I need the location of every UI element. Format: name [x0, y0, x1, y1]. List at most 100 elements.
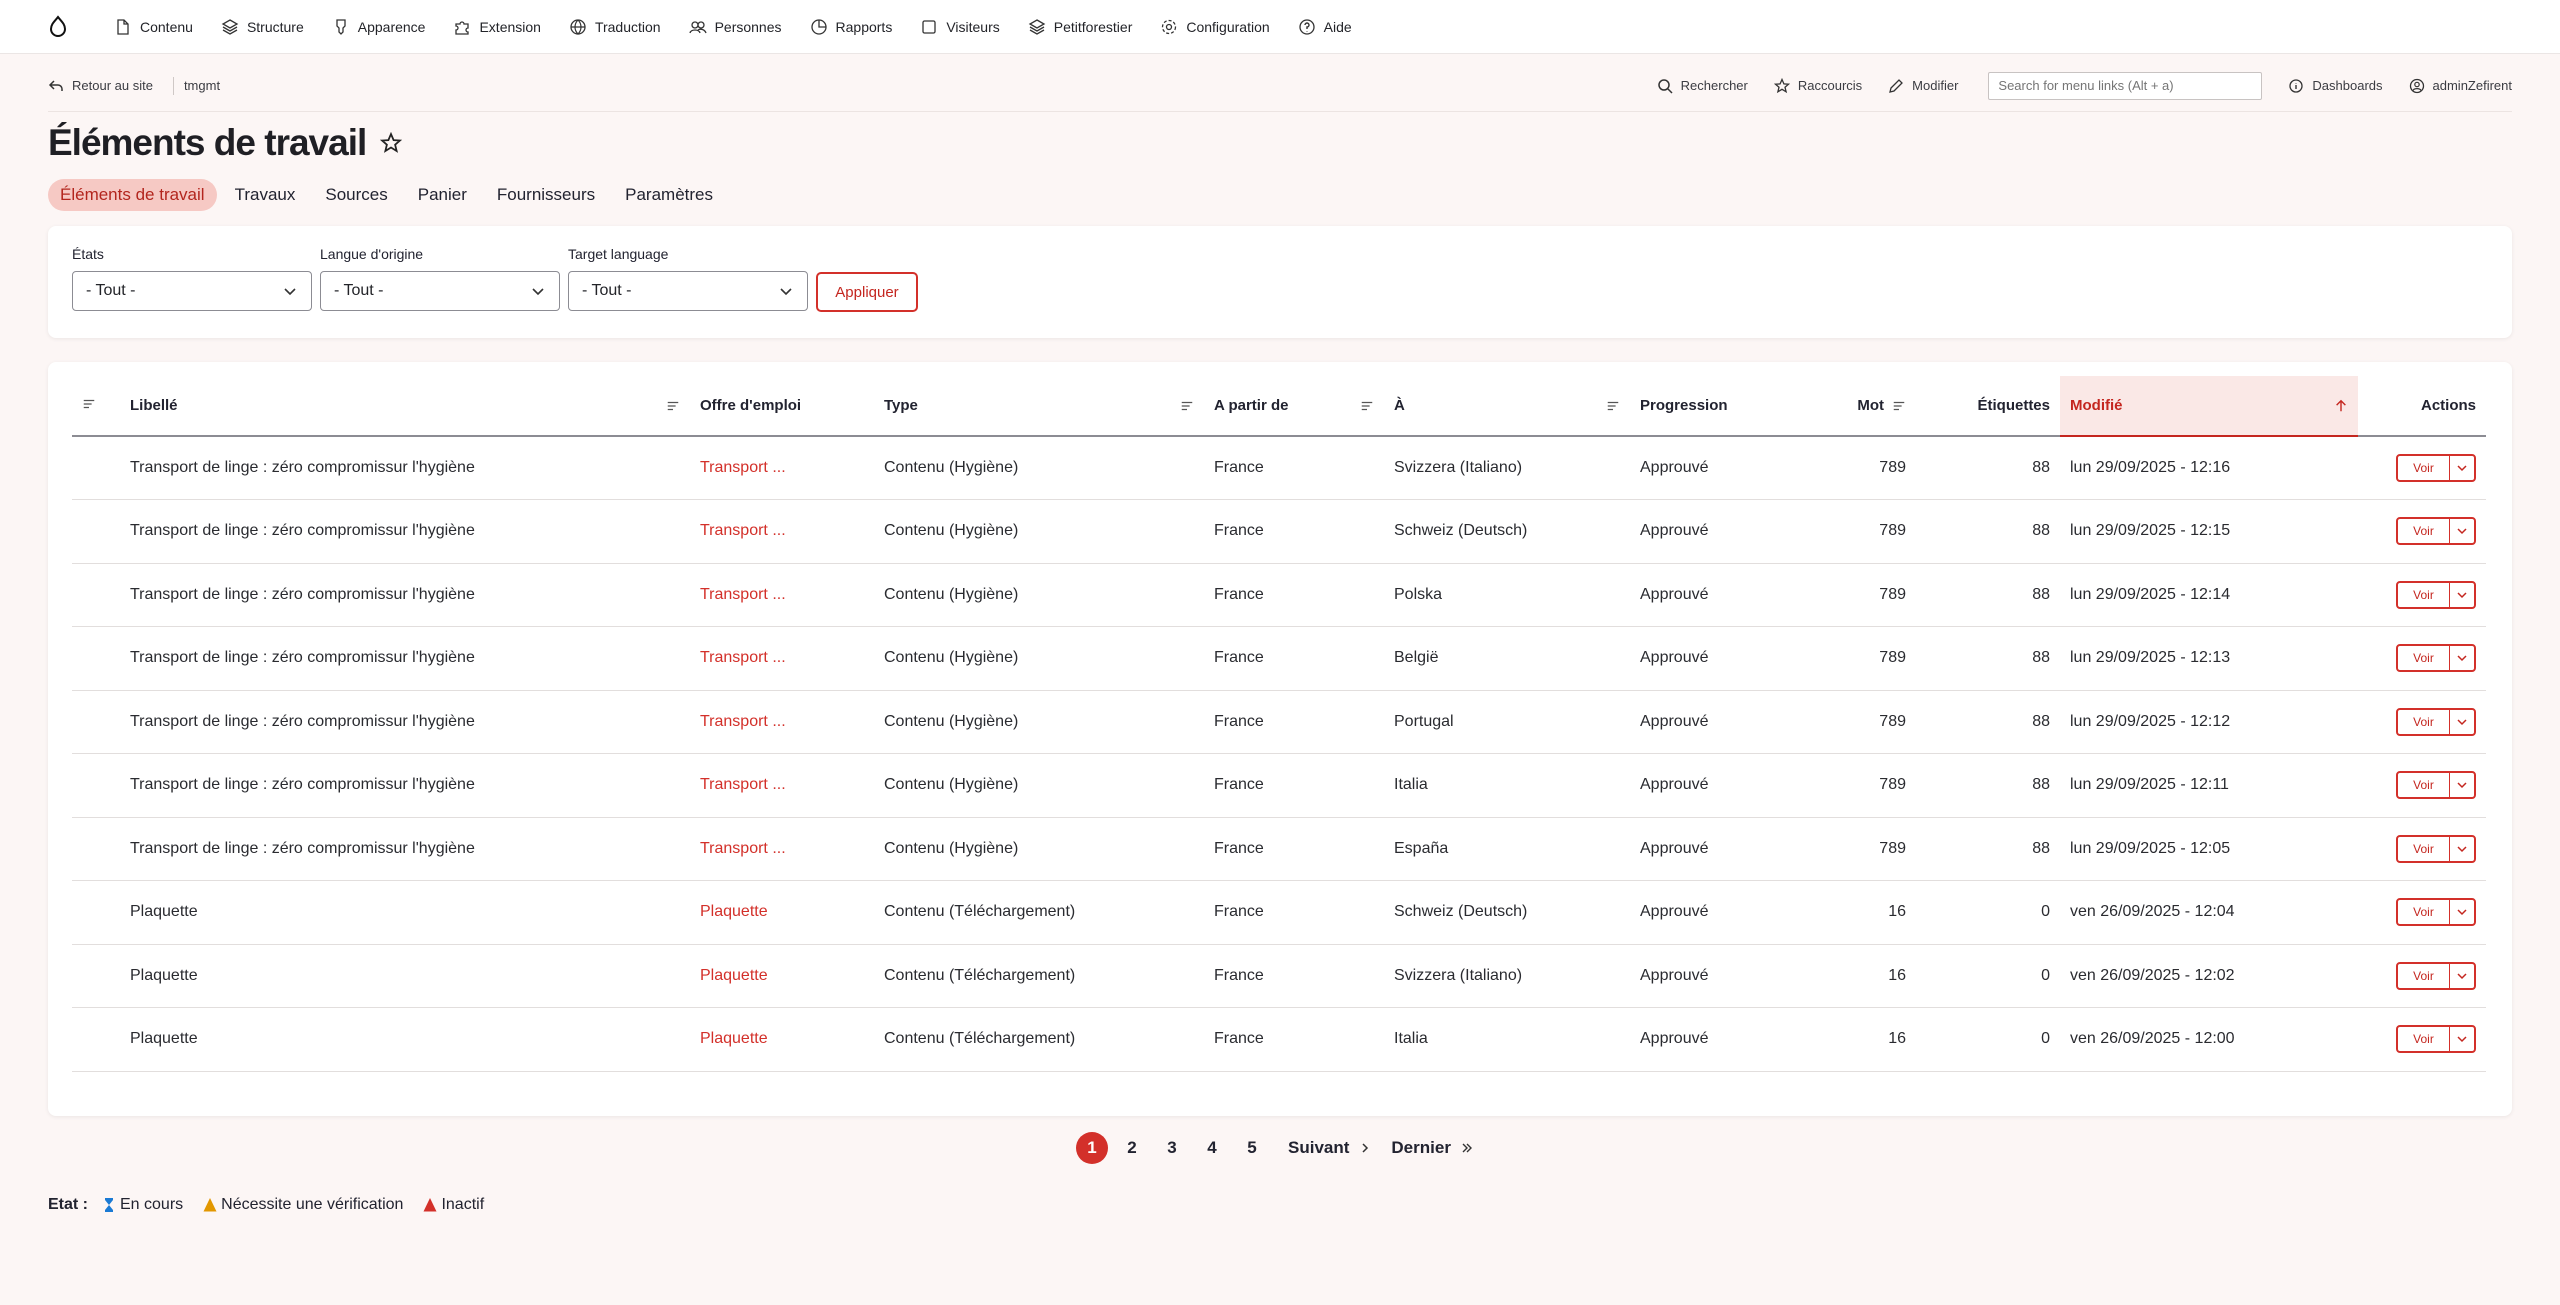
toolbar-item-structure[interactable]: Structure — [207, 0, 318, 54]
apply-button[interactable]: Appliquer — [816, 272, 918, 312]
from-column-header[interactable]: A partir de — [1204, 376, 1384, 437]
view-button[interactable]: Voir — [2398, 1027, 2450, 1052]
type-cell: Contenu (Hygiène) — [874, 436, 1204, 500]
edit-button[interactable]: Modifier — [1888, 78, 1958, 94]
job-cell: Plaquette — [690, 880, 874, 945]
label-cell: Transport de linge : zéro compromissur l… — [120, 626, 690, 691]
tab-5[interactable]: Fournisseurs — [485, 179, 607, 211]
toolbar-item-extension[interactable]: Extension — [439, 0, 554, 54]
view-button[interactable]: Voir — [2398, 582, 2450, 607]
changed-column-header[interactable]: Modifié — [2060, 376, 2358, 437]
states-filter: États - Tout - — [72, 246, 312, 311]
label-column-header[interactable]: Libellé — [120, 376, 690, 437]
toolbar-item-petitforestier[interactable]: Petitforestier — [1014, 0, 1147, 54]
tab-2[interactable]: Travaux — [223, 179, 308, 211]
view-button[interactable]: Voir — [2398, 836, 2450, 861]
job-link[interactable]: Transport ... — [700, 649, 786, 666]
job-link[interactable]: Transport ... — [700, 840, 786, 857]
type-cell: Contenu (Téléchargement) — [874, 1007, 1204, 1072]
search-button[interactable]: Rechercher — [1657, 78, 1748, 94]
type-cell: Contenu (Hygiène) — [874, 753, 1204, 818]
toolbar-item-aide[interactable]: Aide — [1284, 0, 1366, 54]
view-button[interactable]: Voir — [2398, 519, 2450, 544]
toolbar-item-contenu[interactable]: Contenu — [100, 0, 207, 54]
tab-6[interactable]: Paramètres — [613, 179, 725, 211]
page-link-3[interactable]: 3 — [1156, 1132, 1188, 1164]
back-to-site-link[interactable]: Retour au site — [48, 78, 163, 94]
select-column-header[interactable] — [72, 376, 120, 437]
tab-3[interactable]: Sources — [313, 179, 399, 211]
site-name[interactable]: tmgmt — [184, 78, 220, 93]
view-button[interactable]: Voir — [2398, 900, 2450, 925]
view-button[interactable]: Voir — [2398, 646, 2450, 671]
target-language-select[interactable]: - Tout - — [568, 271, 808, 311]
dropbutton-toggle[interactable] — [2450, 646, 2474, 670]
job-link[interactable]: Plaquette — [700, 967, 768, 984]
favorite-star-icon[interactable] — [380, 132, 403, 154]
dropbutton-toggle[interactable] — [2450, 900, 2474, 924]
changed-cell: ven 26/09/2025 - 12:02 — [2060, 944, 2358, 1008]
dropbutton-toggle[interactable] — [2450, 773, 2474, 797]
last-label: Dernier — [1391, 1138, 1451, 1157]
dashboards-link[interactable]: Dashboards — [2288, 78, 2383, 94]
gear-icon — [1162, 19, 1177, 34]
page-link-4[interactable]: 4 — [1196, 1132, 1228, 1164]
dropbutton-toggle[interactable] — [2450, 837, 2474, 861]
tab-4[interactable]: Panier — [406, 179, 479, 211]
toolbar-item-personnes[interactable]: Personnes — [675, 0, 796, 54]
to-column-header[interactable]: À — [1384, 376, 1630, 437]
shortcuts-button[interactable]: Raccourcis — [1773, 77, 1862, 94]
view-button[interactable]: Voir — [2398, 963, 2450, 988]
toolbar-item-configuration[interactable]: Configuration — [1146, 0, 1283, 54]
next-page-link[interactable]: Suivant — [1288, 1138, 1371, 1158]
dropbutton-toggle[interactable] — [2450, 1027, 2474, 1051]
job-link[interactable]: Transport ... — [700, 776, 786, 793]
from-cell: France — [1204, 690, 1384, 754]
type-column-header[interactable]: Type — [874, 376, 1204, 437]
toolbar-item-rapports[interactable]: Rapports — [796, 0, 907, 54]
tags-header-text: Étiquettes — [1977, 397, 2050, 414]
toolbar-item-label: Petitforestier — [1053, 18, 1133, 35]
view-button[interactable]: Voir — [2398, 456, 2450, 480]
states-select[interactable]: - Tout - — [72, 271, 312, 311]
job-link[interactable]: Transport ... — [700, 459, 786, 476]
from-cell: France — [1204, 626, 1384, 691]
dropbutton-toggle[interactable] — [2450, 456, 2474, 480]
page-link-2[interactable]: 2 — [1116, 1132, 1148, 1164]
toolbar-item-visiteurs[interactable]: Visiteurs — [906, 0, 1013, 54]
target-language-filter: Target language - Tout - — [568, 246, 808, 311]
target-language-value: - Tout - — [582, 282, 632, 299]
dropbutton-toggle[interactable] — [2450, 519, 2474, 543]
job-link[interactable]: Plaquette — [700, 1030, 768, 1047]
toolbar-item-apparence[interactable]: Apparence — [318, 0, 440, 54]
dropbutton-toggle[interactable] — [2450, 964, 2474, 988]
view-button[interactable]: Voir — [2398, 773, 2450, 798]
type-cell: Contenu (Téléchargement) — [874, 944, 1204, 1008]
dropbutton-toggle[interactable] — [2450, 583, 2474, 607]
from-cell: France — [1204, 753, 1384, 818]
job-link[interactable]: Plaquette — [700, 903, 768, 920]
actions-cell: Voir — [2358, 690, 2486, 754]
double-chevron-right-icon — [1462, 1143, 1472, 1153]
dropbutton-toggle[interactable] — [2450, 710, 2474, 734]
select-cell — [72, 626, 120, 691]
job-link[interactable]: Transport ... — [700, 522, 786, 539]
tab-1[interactable]: Éléments de travail — [48, 179, 217, 211]
table-row: Plaquette Plaquette Contenu (Téléchargemen… — [72, 1007, 2486, 1072]
menu-search-input[interactable] — [1988, 71, 2263, 100]
select-cell — [72, 690, 120, 754]
view-button[interactable]: Voir — [2398, 709, 2450, 734]
from-cell: France — [1204, 944, 1384, 1008]
job-link[interactable]: Transport ... — [700, 713, 786, 730]
source-language-select[interactable]: - Tout - — [320, 271, 560, 311]
toolbar-item-traduction[interactable]: Traduction — [555, 0, 675, 54]
page-link-5[interactable]: 5 — [1236, 1132, 1268, 1164]
last-page-link[interactable]: Dernier — [1391, 1138, 1473, 1158]
user-menu[interactable]: adminZefirent — [2409, 78, 2512, 94]
words-column-header[interactable]: Mot — [1806, 376, 1916, 437]
actions-cell: Voir — [2358, 1007, 2486, 1072]
progress-cell: Approuvé — [1630, 880, 1806, 945]
drupal-logo-icon[interactable] — [40, 9, 76, 45]
page-link-1[interactable]: 1 — [1076, 1132, 1108, 1164]
job-link[interactable]: Transport ... — [700, 586, 786, 603]
